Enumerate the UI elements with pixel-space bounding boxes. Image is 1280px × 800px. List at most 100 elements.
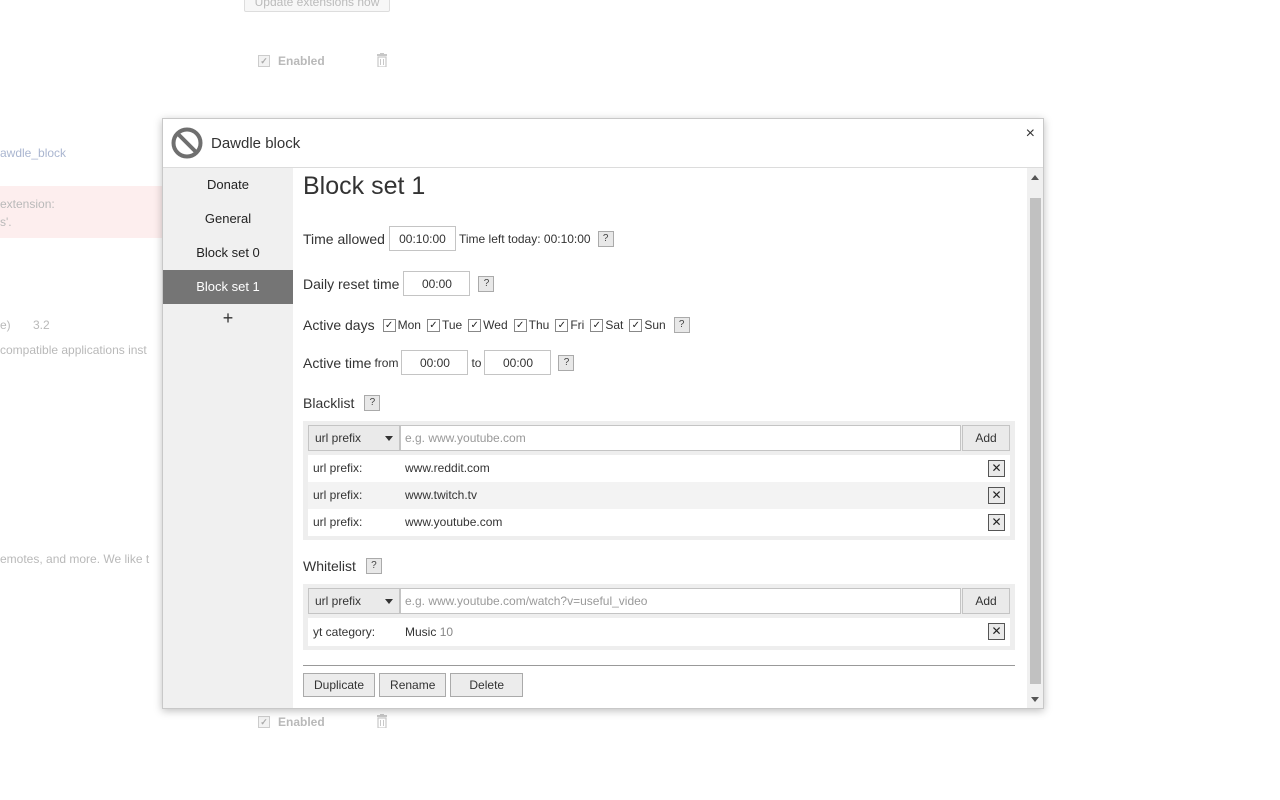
help-icon[interactable]: ? [364, 395, 381, 411]
to-time-input[interactable]: 00:00 [484, 350, 552, 375]
check-icon: ✓ [258, 55, 270, 67]
block-set-actions: Duplicate Rename Delete [303, 673, 524, 697]
active-time-row: Active time from 00:00 to 00:00 ? [303, 350, 575, 375]
scrollbar[interactable] [1027, 168, 1043, 708]
trash-icon [377, 53, 387, 67]
remove-icon[interactable]: ✕ [988, 487, 1005, 504]
update-extensions-button: Update extensions now [244, 0, 390, 12]
enabled-toggle: ✓ Enabled [258, 54, 325, 68]
enabled-label: Enabled [278, 715, 325, 729]
delete-button[interactable]: Delete [450, 673, 524, 697]
time-left-text: Time left today: 00:10:00 [458, 231, 591, 246]
help-icon[interactable]: ? [478, 275, 495, 292]
time-allowed-input[interactable]: 00:10:00 [388, 226, 456, 251]
block-set-panel: Block set 1 Time allowed 00:10:00 Time l… [293, 168, 1027, 708]
day-fri[interactable]: ✓ Fri [555, 318, 584, 332]
enabled-label: Enabled [278, 54, 325, 68]
help-icon[interactable]: ? [597, 230, 614, 247]
entry-value: www.reddit.com [405, 461, 490, 475]
trash-icon [377, 714, 387, 728]
day-tue[interactable]: ✓ Tue [426, 318, 462, 332]
list-item: url prefix: www.youtube.com ✕ [308, 509, 1010, 536]
to-label: to [471, 355, 482, 370]
enabled-toggle-bottom: ✓ Enabled [258, 715, 325, 729]
error-box [0, 186, 170, 238]
blacklist-box: url prefix e.g. www.youtube.com Add url … [303, 421, 1015, 540]
extension-id-text: awdle_block [0, 146, 67, 160]
day-mon[interactable]: ✓ Mon [382, 318, 421, 332]
dialog-titlebar: Dawdle block × [163, 119, 1043, 168]
day-sat[interactable]: ✓ Sat [590, 318, 623, 332]
help-icon[interactable]: ? [673, 317, 690, 333]
active-time-label: Active time [303, 354, 372, 371]
duplicate-button[interactable]: Duplicate [303, 673, 376, 697]
whitelist-header: Whitelist ? [303, 558, 382, 574]
add-block-set-button[interactable]: + [163, 304, 293, 332]
check-icon: ✓ [258, 716, 270, 728]
whitelist-url-input[interactable]: e.g. www.youtube.com/watch?v=useful_vide… [400, 588, 961, 614]
list-item: url prefix: www.reddit.com ✕ [308, 455, 1010, 482]
check-icon[interactable]: ✓ [590, 318, 604, 332]
check-icon[interactable]: ✓ [382, 318, 396, 332]
active-days-row: Active days ✓ Mon ✓ Tue ✓ Wed ✓ Thu ✓ Fri ✓ Sa… [303, 316, 690, 334]
check-icon[interactable]: ✓ [555, 318, 569, 332]
sidebar-item-block-set-0[interactable]: Block set 0 [163, 236, 293, 270]
entry-type: url prefix: [313, 461, 363, 475]
check-icon[interactable]: ✓ [629, 318, 643, 332]
version-text: 3.2 [33, 318, 50, 332]
rename-button[interactable]: Rename [379, 673, 447, 697]
blacklist-url-input[interactable]: e.g. www.youtube.com [400, 425, 961, 451]
time-allowed-label: Time allowed [303, 230, 385, 247]
error-text-1: extension: [0, 197, 55, 211]
scroll-up-icon[interactable] [1031, 175, 1039, 180]
blacklist-add-button[interactable]: Add [962, 425, 1010, 451]
whitelist-add-button[interactable]: Add [962, 588, 1010, 614]
divider [303, 665, 1015, 666]
day-thu[interactable]: ✓ Thu [513, 318, 549, 332]
sidebar-item-general[interactable]: General [163, 202, 293, 236]
blacklist-header: Blacklist ? [303, 395, 381, 411]
dialog-title: Dawdle block [211, 135, 301, 152]
version-prefix: e) [0, 318, 11, 332]
whitelist-type-select[interactable]: url prefix [308, 588, 400, 614]
close-icon[interactable]: × [1026, 125, 1035, 143]
entry-value: Music 10 [405, 625, 454, 639]
daily-reset-input[interactable]: 00:00 [403, 271, 471, 296]
chevron-down-icon [385, 599, 393, 604]
whitelist-add-row: url prefix e.g. www.youtube.com/watch?v=… [308, 588, 1010, 614]
sidebar-item-block-set-1[interactable]: Block set 1 [163, 270, 293, 304]
scrollbar-thumb[interactable] [1030, 198, 1041, 684]
daily-reset-row: Daily reset time 00:00 ? [303, 271, 495, 296]
from-time-input[interactable]: 00:00 [401, 350, 469, 375]
sidebar: Donate General Block set 0 Block set 1 + [163, 168, 293, 708]
remove-icon[interactable]: ✕ [988, 514, 1005, 531]
from-label: from [374, 355, 399, 370]
check-icon[interactable]: ✓ [468, 318, 482, 332]
chevron-down-icon [385, 436, 393, 441]
description-text: emotes, and more. We like t [0, 552, 150, 566]
whitelist-box: url prefix e.g. www.youtube.com/watch?v=… [303, 584, 1015, 650]
help-icon[interactable]: ? [365, 558, 382, 574]
error-text-2: s'. [0, 215, 12, 229]
entry-type: yt category: [313, 625, 376, 639]
remove-icon[interactable]: ✕ [988, 623, 1005, 640]
entry-type: url prefix: [313, 488, 363, 502]
block-logo-icon [171, 127, 203, 159]
check-icon[interactable]: ✓ [426, 318, 440, 332]
list-item: yt category: Music 10 ✕ [308, 618, 1010, 646]
day-sun[interactable]: ✓ Sun [629, 318, 666, 332]
active-days-label: Active days [303, 317, 375, 333]
sidebar-item-donate[interactable]: Donate [163, 168, 293, 202]
day-wed[interactable]: ✓ Wed [468, 318, 508, 332]
help-icon[interactable]: ? [558, 354, 575, 371]
time-allowed-row: Time allowed 00:10:00 Time left today: 0… [303, 226, 614, 251]
check-icon[interactable]: ✓ [513, 318, 527, 332]
daily-reset-label: Daily reset time [303, 275, 400, 292]
remove-icon[interactable]: ✕ [988, 460, 1005, 477]
page-title: Block set 1 [303, 172, 426, 200]
scroll-down-icon[interactable] [1031, 697, 1039, 702]
blacklist-type-select[interactable]: url prefix [308, 425, 400, 451]
entry-value: www.twitch.tv [405, 488, 478, 502]
blacklist-add-row: url prefix e.g. www.youtube.com Add [308, 425, 1010, 451]
options-dialog: Dawdle block × Donate General Block set … [162, 118, 1044, 709]
